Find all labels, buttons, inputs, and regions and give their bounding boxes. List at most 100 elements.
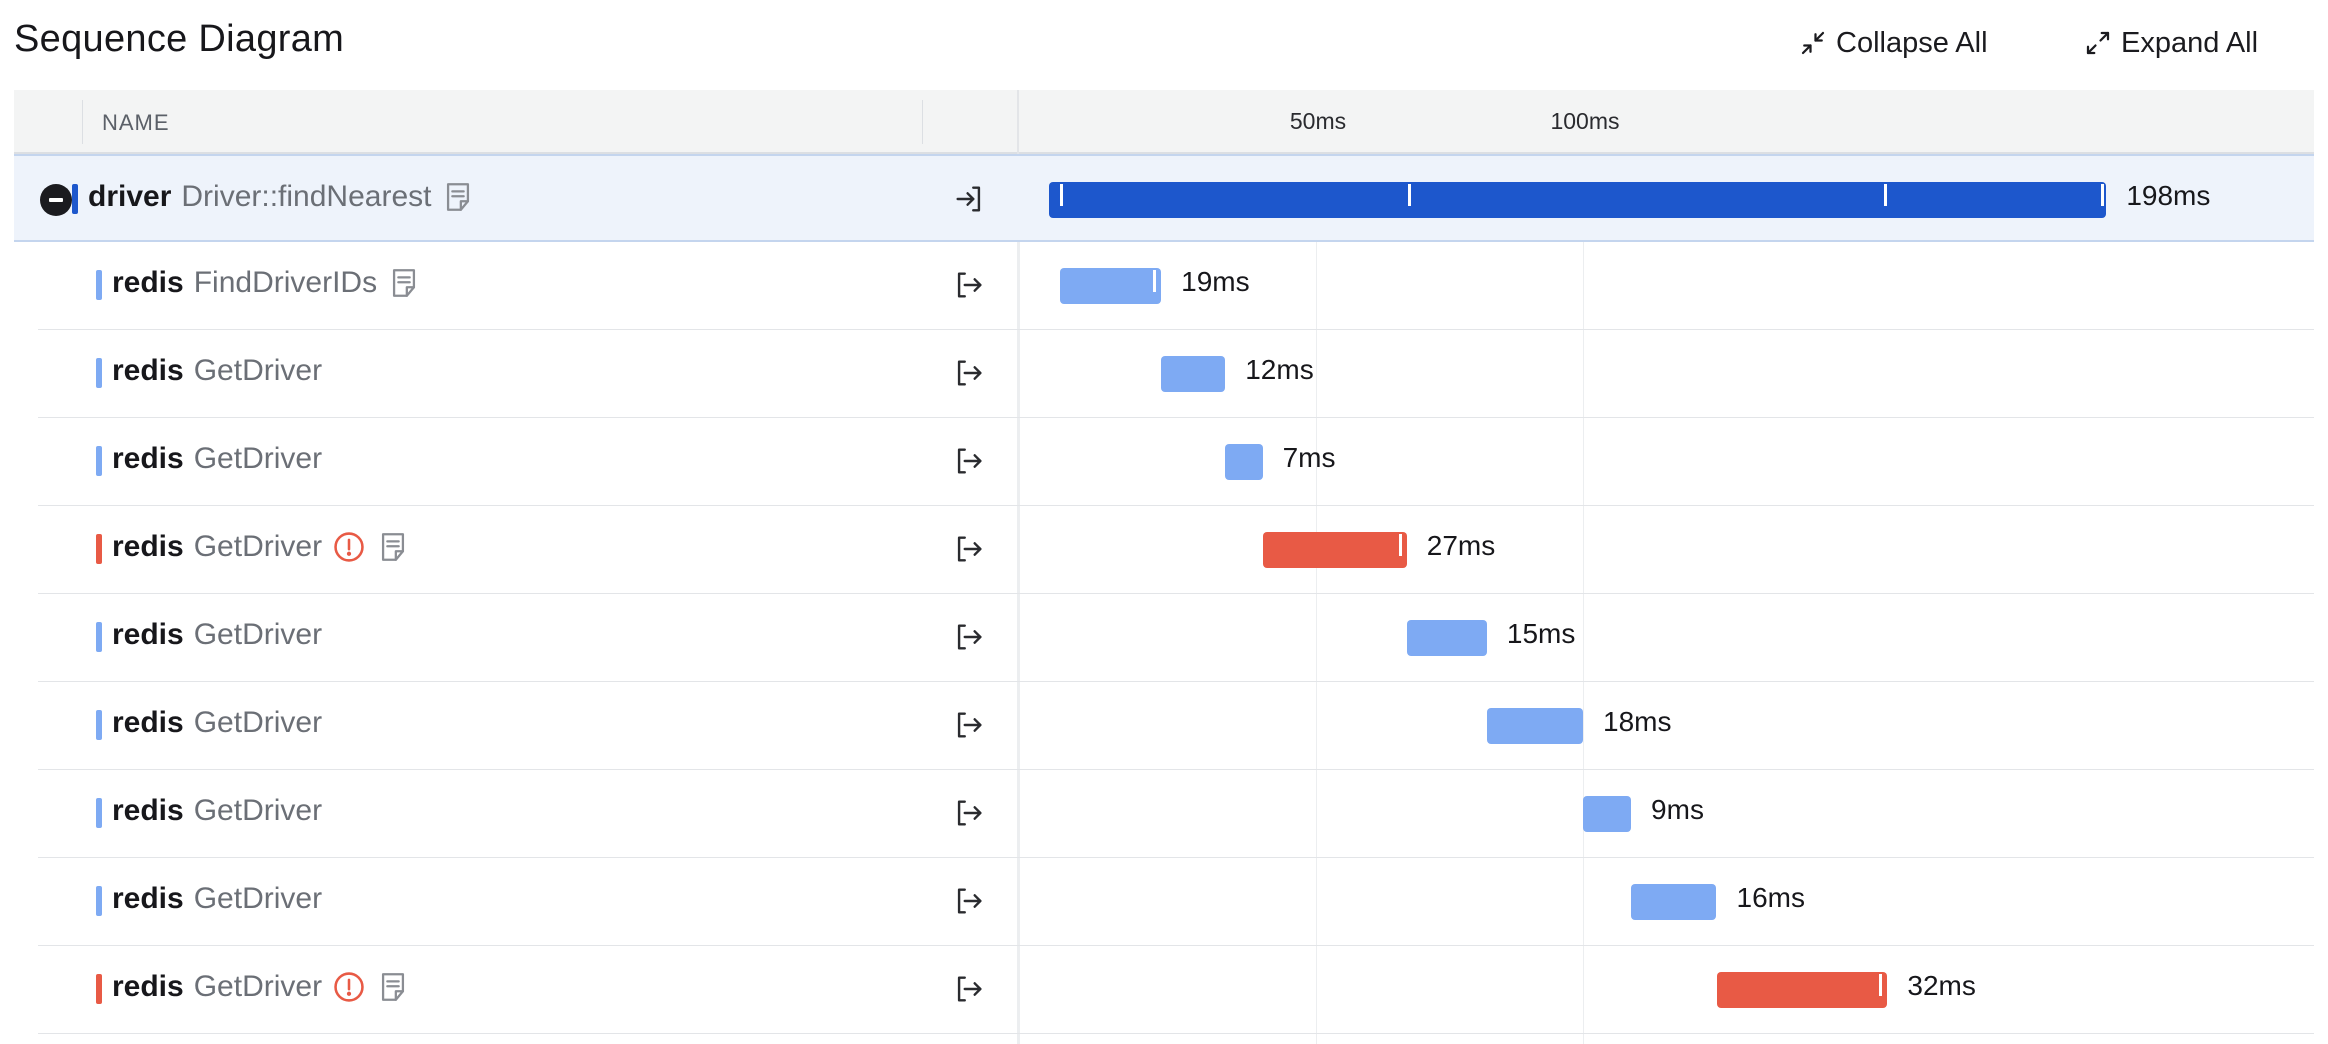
service-color-marker xyxy=(96,270,102,300)
span-name[interactable]: redis GetDriver xyxy=(112,618,322,652)
open-span-icon[interactable] xyxy=(952,796,986,830)
span-event-tick xyxy=(2101,184,2105,206)
span-name[interactable]: redis GetDriver xyxy=(112,882,322,916)
operation-name: GetDriver xyxy=(193,618,323,651)
operation-name: GetDriver xyxy=(193,530,323,563)
collapse-all-label: Collapse All xyxy=(1836,26,1988,59)
span-name[interactable]: driver Driver::findNearest xyxy=(88,180,475,214)
open-span-icon[interactable] xyxy=(952,356,986,390)
table-row[interactable]: redis FindDriverIDs 19ms xyxy=(14,242,2314,330)
service-name: redis xyxy=(112,354,184,387)
operation-name: GetDriver xyxy=(193,794,323,827)
span-name[interactable]: redis GetDriver xyxy=(112,442,322,476)
span-event-tick xyxy=(1153,270,1157,292)
table-row[interactable]: redis GetDriver 18ms xyxy=(14,682,2314,770)
service-name: redis xyxy=(112,706,184,739)
open-span-icon[interactable] xyxy=(952,708,986,742)
span-duration-bar[interactable] xyxy=(1059,268,1162,304)
page-header: Sequence Diagram Collapse All Expand All xyxy=(0,0,2328,88)
open-span-icon[interactable] xyxy=(952,532,986,566)
table-row[interactable]: redis GetDriver 27ms xyxy=(14,506,2314,594)
span-duration-label: 32ms xyxy=(1907,970,1976,1001)
span-name[interactable]: redis FindDriverIDs xyxy=(112,266,421,300)
table-row-parent[interactable]: driver Driver::findNearest 198ms xyxy=(14,154,2314,242)
name-column-header: NAME xyxy=(102,110,170,135)
open-span-icon[interactable] xyxy=(952,444,986,478)
service-color-marker xyxy=(72,184,78,214)
span-duration-label: 7ms xyxy=(1282,442,1336,473)
operation-name: GetDriver xyxy=(193,354,323,387)
service-name: redis xyxy=(112,266,184,299)
span-duration-bar[interactable] xyxy=(1583,796,1632,832)
span-duration-label: 27ms xyxy=(1426,530,1496,561)
span-event-tick xyxy=(1879,974,1883,996)
service-color-marker xyxy=(96,974,102,1004)
expand-icon xyxy=(2086,31,2110,55)
row-divider xyxy=(1017,1033,2314,1034)
span-event-tick xyxy=(1059,184,1063,206)
open-span-icon[interactable] xyxy=(952,972,986,1006)
span-name[interactable]: redis GetDriver xyxy=(112,794,322,828)
span-name[interactable]: redis GetDriver xyxy=(112,970,410,1004)
collapse-toggle-icon[interactable] xyxy=(40,184,72,216)
span-duration-bar[interactable] xyxy=(1631,884,1717,920)
span-name[interactable]: redis GetDriver xyxy=(112,354,322,388)
service-name: driver xyxy=(88,180,172,213)
service-color-marker xyxy=(96,798,102,828)
span-duration-label: 198ms xyxy=(2126,180,2211,211)
span-duration-label: 16ms xyxy=(1736,882,1805,913)
open-span-icon[interactable] xyxy=(952,884,986,918)
log-note-icon xyxy=(387,266,421,300)
span-duration-label: 12ms xyxy=(1245,354,1314,385)
service-color-marker xyxy=(96,534,102,564)
service-color-marker xyxy=(96,710,102,740)
table-row[interactable]: redis GetDriver 12ms xyxy=(14,330,2314,418)
service-name: redis xyxy=(112,530,184,563)
table-row[interactable]: redis GetDriver 16ms xyxy=(14,858,2314,946)
span-duration-bar[interactable] xyxy=(1716,972,1888,1008)
error-icon xyxy=(332,970,366,1004)
span-duration-bar[interactable] xyxy=(1161,356,1226,392)
timeline-tick-label: 100ms xyxy=(1550,108,1620,134)
service-color-marker xyxy=(96,886,102,916)
span-duration-label: 15ms xyxy=(1506,618,1576,649)
header-divider xyxy=(922,100,923,144)
service-name: redis xyxy=(112,442,184,475)
span-duration-label: 18ms xyxy=(1603,706,1672,737)
span-name[interactable]: redis GetDriver xyxy=(112,706,322,740)
table-row[interactable]: redis GetDriver 15ms xyxy=(14,594,2314,682)
operation-name: FindDriverIDs xyxy=(193,266,378,299)
trace-table: NAME 50ms 100ms driver Driver::findNearest… xyxy=(14,90,2314,1044)
log-note-icon xyxy=(376,530,410,564)
operation-name: GetDriver xyxy=(193,882,323,915)
expand-all-label: Expand All xyxy=(2121,26,2259,59)
open-span-icon[interactable] xyxy=(952,268,986,302)
error-icon xyxy=(332,530,366,564)
collapse-all-button[interactable]: Collapse All xyxy=(1798,22,1988,64)
span-event-tick xyxy=(1884,184,1888,206)
span-duration-bar[interactable] xyxy=(1225,444,1263,480)
table-row[interactable]: redis GetDriver 32ms xyxy=(14,946,2314,1034)
operation-name: GetDriver xyxy=(193,706,323,739)
service-color-marker xyxy=(96,446,102,476)
enter-span-icon[interactable] xyxy=(952,182,986,216)
open-span-icon[interactable] xyxy=(952,620,986,654)
span-duration-bar[interactable] xyxy=(1262,532,1407,568)
service-name: redis xyxy=(112,970,184,1003)
span-name[interactable]: redis GetDriver xyxy=(112,530,410,564)
span-event-tick xyxy=(1408,184,1412,206)
header-divider xyxy=(82,100,83,144)
log-note-icon xyxy=(441,180,475,214)
row-divider xyxy=(38,1033,1018,1034)
span-duration-label: 9ms xyxy=(1651,794,1704,825)
operation-name: GetDriver xyxy=(193,442,323,475)
span-duration-bar[interactable] xyxy=(1406,620,1487,656)
table-row[interactable]: redis GetDriver 7ms xyxy=(14,418,2314,506)
page-title: Sequence Diagram xyxy=(14,18,345,60)
span-duration-bar[interactable] xyxy=(1049,182,2107,218)
span-duration-bar[interactable] xyxy=(1486,708,1583,744)
timeline-header: 50ms 100ms xyxy=(1017,90,2314,154)
expand-all-button[interactable]: Expand All xyxy=(2083,22,2258,64)
table-row[interactable]: redis GetDriver 9ms xyxy=(14,770,2314,858)
service-color-marker xyxy=(96,622,102,652)
